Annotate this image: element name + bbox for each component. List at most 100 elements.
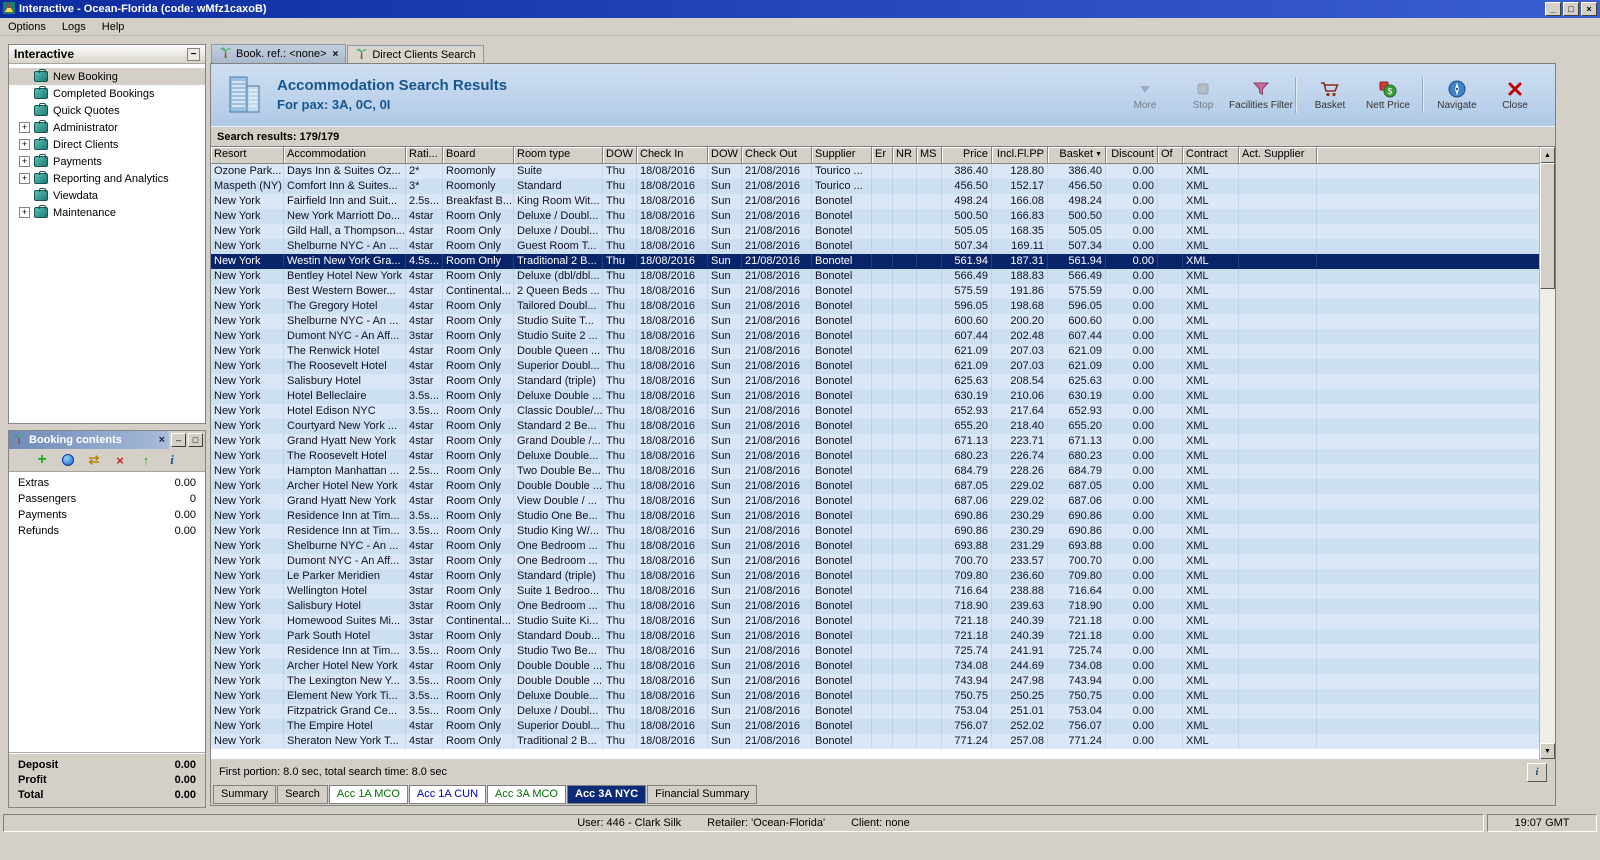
delete-icon[interactable]: × — [112, 452, 128, 468]
column-header-dow[interactable]: DOW — [603, 147, 637, 164]
column-header-discount[interactable]: Discount — [1106, 147, 1158, 164]
close-icon[interactable]: × — [159, 434, 165, 446]
result-row[interactable]: New YorkArcher Hotel New York4starRoom O… — [211, 659, 1539, 674]
result-row[interactable]: Maspeth (NY)Comfort Inn & Suites...3*Roo… — [211, 179, 1539, 194]
maximize-button[interactable]: □ — [1563, 2, 1579, 16]
vertical-scrollbar[interactable]: ▲ ▼ — [1539, 147, 1555, 759]
result-row[interactable]: Ozone Park...Days Inn & Suites Oz...2*Ro… — [211, 164, 1539, 179]
scrollbar-track[interactable] — [1540, 163, 1555, 743]
result-row[interactable]: New YorkResidence Inn at Tim...3.5s...Ro… — [211, 509, 1539, 524]
result-row[interactable]: New YorkSheraton New York T...4starRoom … — [211, 734, 1539, 749]
result-row[interactable]: New YorkThe Lexington New Y...3.5s...Roo… — [211, 674, 1539, 689]
sidebar-item-quick-quotes[interactable]: + Quick Quotes — [9, 102, 205, 119]
result-row[interactable]: New YorkDumont NYC - An Aff...3starRoom … — [211, 554, 1539, 569]
sidebar-item-payments[interactable]: + Payments — [9, 153, 205, 170]
result-row[interactable]: New YorkSalisbury Hotel3starRoom OnlyOne… — [211, 599, 1539, 614]
expand-icon[interactable]: + — [19, 139, 30, 150]
sidebar-item-maintenance[interactable]: + Maintenance — [9, 204, 205, 221]
minimize-button[interactable]: _ — [1545, 2, 1561, 16]
bottom-tab-acc-3a-nyc[interactable]: Acc 3A NYC — [567, 785, 646, 804]
result-row[interactable]: New YorkResidence Inn at Tim...3.5s...Ro… — [211, 524, 1539, 539]
result-row[interactable]: New YorkNew York Marriott Do...4starRoom… — [211, 209, 1539, 224]
result-row[interactable]: New YorkThe Renwick Hotel4starRoom OnlyD… — [211, 344, 1539, 359]
column-header-check-in[interactable]: Check In — [637, 147, 708, 164]
nett-price-button[interactable]: $ Nett Price — [1360, 77, 1416, 113]
result-row[interactable]: New YorkThe Empire Hotel4starRoom OnlySu… — [211, 719, 1539, 734]
scroll-up-icon[interactable]: ▲ — [1540, 147, 1555, 163]
result-row[interactable]: New YorkCourtyard New York ...4starRoom … — [211, 419, 1539, 434]
sidebar-item-viewdata[interactable]: + Viewdata — [9, 187, 205, 204]
tab-book-ref-none[interactable]: Book. ref.: <none> × — [211, 44, 346, 63]
sidebar-item-administrator[interactable]: + Administrator — [9, 119, 205, 136]
result-row[interactable]: New YorkSalisbury Hotel3starRoom OnlySta… — [211, 374, 1539, 389]
transfer-icon[interactable]: ⇄ — [86, 452, 102, 468]
result-row[interactable]: New YorkThe Roosevelt Hotel4starRoom Onl… — [211, 449, 1539, 464]
info-icon[interactable]: i — [164, 452, 180, 468]
result-row[interactable]: New YorkLe Parker Meridien4starRoom Only… — [211, 569, 1539, 584]
expand-icon[interactable]: + — [19, 173, 30, 184]
expand-icon[interactable]: + — [19, 207, 30, 218]
facilities-filter-button[interactable]: Facilities Filter — [1233, 77, 1289, 113]
column-header-board[interactable]: Board — [443, 147, 514, 164]
menu-help[interactable]: Help — [94, 20, 133, 34]
column-header-basket[interactable]: Basket▼ — [1048, 147, 1106, 164]
column-header-of[interactable]: Of — [1158, 147, 1183, 164]
column-header-nr[interactable]: NR — [893, 147, 917, 164]
result-row[interactable]: New YorkThe Roosevelt Hotel4starRoom Onl… — [211, 359, 1539, 374]
result-row[interactable]: New YorkPark South Hotel3starRoom OnlySt… — [211, 629, 1539, 644]
column-header-accommodation[interactable]: Accommodation — [284, 147, 406, 164]
result-row[interactable]: New YorkHomewood Suites Mi...3starContin… — [211, 614, 1539, 629]
panel-minimize-button[interactable]: – — [171, 433, 186, 447]
collapse-button[interactable]: − — [187, 48, 200, 61]
column-header-act-supplier[interactable]: Act. Supplier — [1239, 147, 1317, 164]
booking-row-refunds[interactable]: Refunds 0.00 — [9, 523, 205, 539]
add-icon[interactable]: + — [34, 452, 50, 468]
column-header-price[interactable]: Price — [942, 147, 992, 164]
column-header-check-out[interactable]: Check Out — [742, 147, 812, 164]
column-header-contract[interactable]: Contract — [1183, 147, 1239, 164]
bottom-tab-acc-1a-mco[interactable]: Acc 1A MCO — [329, 785, 408, 804]
close-button[interactable]: × — [1581, 2, 1597, 16]
booking-row-passengers[interactable]: Passengers 0 — [9, 491, 205, 507]
result-row[interactable]: New YorkBest Western Bower...4starContin… — [211, 284, 1539, 299]
column-header-rati[interactable]: Rati... — [406, 147, 443, 164]
result-row[interactable]: New YorkFitzpatrick Grand Ce...3.5s...Ro… — [211, 704, 1539, 719]
result-row[interactable]: New YorkHotel Belleclaire3.5s...Room Onl… — [211, 389, 1539, 404]
sidebar-item-completed-bookings[interactable]: + Completed Bookings — [9, 85, 205, 102]
export-icon[interactable]: ↑ — [138, 452, 154, 468]
result-row[interactable]: New YorkThe Gregory Hotel4starRoom OnlyT… — [211, 299, 1539, 314]
column-header-supplier[interactable]: Supplier — [812, 147, 872, 164]
scroll-down-icon[interactable]: ▼ — [1540, 743, 1555, 759]
bottom-tab-financial-summary[interactable]: Financial Summary — [647, 785, 757, 804]
column-header-room-type[interactable]: Room type — [514, 147, 603, 164]
column-header-resort[interactable]: Resort — [211, 147, 284, 164]
menu-options[interactable]: Options — [0, 20, 54, 34]
scrollbar-thumb[interactable] — [1540, 163, 1555, 289]
result-row[interactable]: New YorkHampton Manhattan ...2.5s...Room… — [211, 464, 1539, 479]
booking-row-extras[interactable]: Extras 0.00 — [9, 475, 205, 491]
result-row[interactable]: New YorkGrand Hyatt New York4starRoom On… — [211, 494, 1539, 509]
result-row[interactable]: New YorkBentley Hotel New York4starRoom … — [211, 269, 1539, 284]
result-row[interactable]: New YorkShelburne NYC - An ...4starRoom … — [211, 239, 1539, 254]
column-header-er[interactable]: Er — [872, 147, 893, 164]
bottom-tab-acc-1a-cun[interactable]: Acc 1A CUN — [409, 785, 486, 804]
basket-button[interactable]: Basket — [1302, 77, 1358, 113]
sidebar-item-new-booking[interactable]: + New Booking — [9, 68, 205, 85]
close-button[interactable]: Close — [1487, 77, 1543, 113]
result-row[interactable]: New YorkHotel Edison NYC3.5s...Room Only… — [211, 404, 1539, 419]
result-row[interactable]: New YorkGrand Hyatt New York4starRoom On… — [211, 434, 1539, 449]
menu-logs[interactable]: Logs — [54, 20, 94, 34]
column-header-incl-fl-pp[interactable]: Incl.Fl.PP — [992, 147, 1048, 164]
sidebar-item-reporting-and-analytics[interactable]: + Reporting and Analytics — [9, 170, 205, 187]
booking-row-payments[interactable]: Payments 0.00 — [9, 507, 205, 523]
result-row[interactable]: New YorkWellington Hotel3starRoom OnlySu… — [211, 584, 1539, 599]
result-row[interactable]: New YorkDumont NYC - An Aff...3starRoom … — [211, 329, 1539, 344]
panel-maximize-button[interactable]: □ — [188, 433, 203, 447]
result-row[interactable]: New YorkElement New York Ti...3.5s...Roo… — [211, 689, 1539, 704]
expand-icon[interactable]: + — [19, 156, 30, 167]
bottom-tab-search[interactable]: Search — [277, 785, 328, 804]
sidebar-item-direct-clients[interactable]: + Direct Clients — [9, 136, 205, 153]
result-row[interactable]: New YorkFairfield Inn and Suit...2.5s...… — [211, 194, 1539, 209]
column-header-ms[interactable]: MS — [917, 147, 942, 164]
bottom-tab-acc-3a-mco[interactable]: Acc 3A MCO — [487, 785, 566, 804]
